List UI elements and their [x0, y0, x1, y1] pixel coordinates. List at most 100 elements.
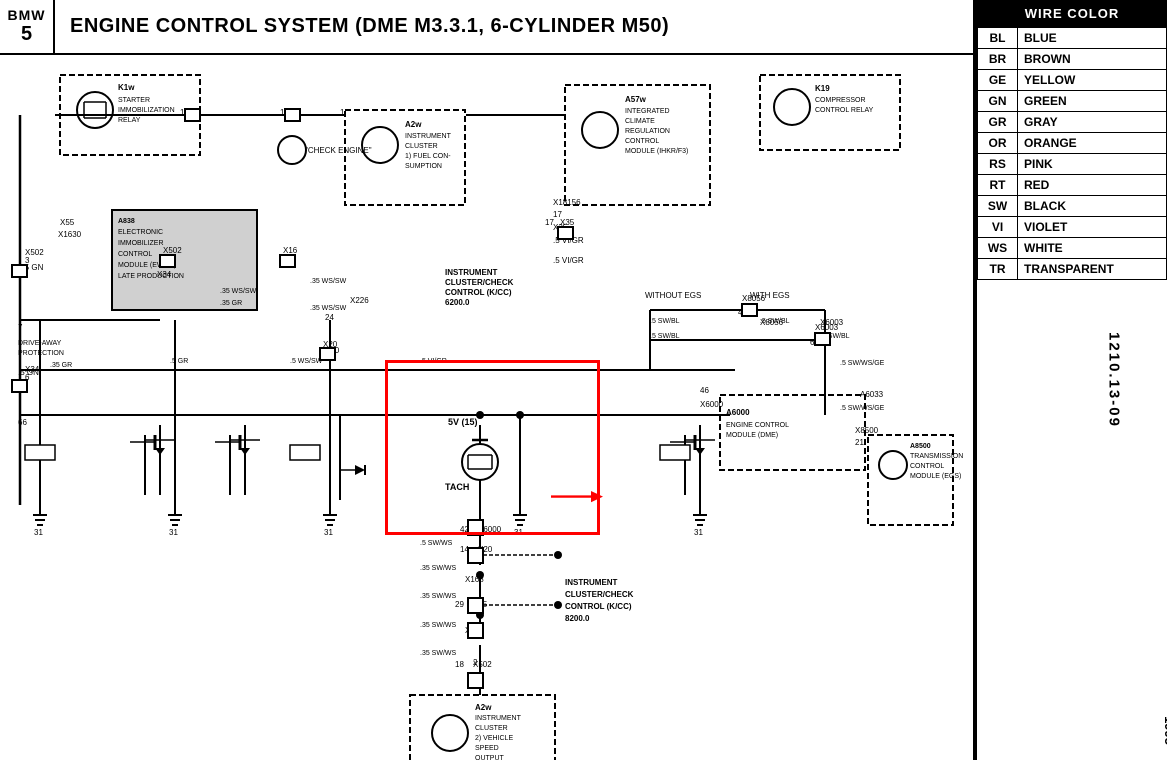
svg-text:CONTROL (K/CC): CONTROL (K/CC) — [445, 288, 512, 297]
wire-color-name: TRANSPARENT — [1018, 259, 1167, 280]
wire-color-panel: WIRE COLOR BLBLUEBRBROWNGEYELLOWGNGREENG… — [975, 0, 1167, 760]
wire-color-name: BLACK — [1018, 196, 1167, 217]
wire-color-code: OR — [978, 133, 1018, 154]
svg-text:.35 GR: .35 GR — [220, 300, 242, 307]
wire-color-row: TRTRANSPARENT — [978, 259, 1167, 280]
diagram-area: BMW 5 ENGINE CONTROL SYSTEM (DME M3.3.1,… — [0, 0, 975, 760]
svg-text:ELECTRONIC: ELECTRONIC — [118, 229, 163, 236]
wire-color-row: WSWHITE — [978, 238, 1167, 259]
wire-color-row: GNGREEN — [978, 91, 1167, 112]
svg-text:X18156: X18156 — [553, 198, 581, 207]
wire-color-code: SW — [978, 196, 1018, 217]
wire-color-row: GRGRAY — [978, 112, 1167, 133]
wire-color-name: VIOLET — [1018, 217, 1167, 238]
svg-text:X502: X502 — [163, 246, 182, 255]
svg-text:TRANSMISSION: TRANSMISSION — [910, 453, 963, 460]
wire-color-code: WS — [978, 238, 1018, 259]
svg-text:OUTPUT: OUTPUT — [475, 755, 505, 760]
wire-color-code: GR — [978, 112, 1018, 133]
svg-text:TACH: TACH — [445, 482, 469, 492]
bmw-brand: BMW — [8, 7, 46, 23]
svg-text:A2w: A2w — [405, 120, 422, 129]
svg-text:REGULATION: REGULATION — [625, 128, 670, 135]
svg-text:A8500: A8500 — [910, 443, 931, 450]
svg-text:31: 31 — [169, 528, 178, 537]
wire-color-code: BR — [978, 49, 1018, 70]
svg-text:3: 3 — [25, 256, 30, 265]
wire-color-table: BLBLUEBRBROWNGEYELLOWGNGREENGRGRAYORORAN… — [977, 27, 1167, 280]
svg-text:SUMPTION: SUMPTION — [405, 163, 442, 170]
svg-text:X8500: X8500 — [855, 426, 879, 435]
svg-text:STARTER: STARTER — [118, 97, 150, 104]
svg-text:CONTROL: CONTROL — [625, 138, 659, 145]
svg-text:4: 4 — [738, 308, 743, 317]
svg-text:IMMOBILIZATION: IMMOBILIZATION — [118, 107, 175, 114]
svg-text:31: 31 — [34, 528, 43, 537]
wire-color-name: ORANGE — [1018, 133, 1167, 154]
svg-text:A2w: A2w — [475, 703, 492, 712]
bmw-logo: BMW 5 — [0, 0, 55, 54]
svg-text:CONTROL RELAY: CONTROL RELAY — [815, 107, 874, 114]
bmw-series: 5 — [21, 23, 32, 46]
svg-text:ENGINE CONTROL: ENGINE CONTROL — [726, 422, 789, 429]
svg-text:MODULE (IHKR/F3): MODULE (IHKR/F3) — [625, 148, 688, 155]
svg-text:X34: X34 — [157, 270, 172, 279]
wire-color-name: GREEN — [1018, 91, 1167, 112]
svg-text:2: 2 — [473, 658, 478, 667]
wire-color-row: RSPINK — [978, 154, 1167, 175]
svg-text:SPEED: SPEED — [475, 745, 499, 752]
svg-text:X6000: X6000 — [700, 400, 724, 409]
svg-text:X226: X226 — [350, 296, 369, 305]
svg-text:17: 17 — [545, 218, 554, 227]
svg-text:.5 SW/BL: .5 SW/BL — [760, 318, 790, 325]
page-number: 1210.13-09 — [1106, 332, 1123, 428]
svg-text:"CHECK ENGINE": "CHECK ENGINE" — [305, 146, 372, 155]
svg-text:31: 31 — [694, 528, 703, 537]
svg-text:X6003: X6003 — [815, 323, 839, 332]
svg-text:21: 21 — [855, 438, 864, 447]
svg-text:46: 46 — [700, 386, 709, 395]
svg-text:CLUSTER: CLUSTER — [475, 725, 508, 732]
svg-text:WITHOUT EGS: WITHOUT EGS — [645, 291, 701, 300]
wire-color-code: VI — [978, 217, 1018, 238]
svg-text:29: 29 — [455, 600, 464, 609]
svg-text:.5 VI/GR: .5 VI/GR — [420, 358, 447, 365]
svg-text:.5 SW/WS/GE: .5 SW/WS/GE — [840, 405, 885, 412]
svg-text:.5 SW/BL: .5 SW/BL — [650, 333, 680, 340]
svg-text:.5 SW/BL: .5 SW/BL — [650, 318, 680, 325]
svg-text:.35 WS/SW: .35 WS/SW — [220, 288, 257, 295]
wire-color-code: BL — [978, 28, 1018, 49]
svg-text:.35 WS/SW: .35 WS/SW — [310, 278, 347, 285]
svg-text:X34: X34 — [25, 365, 40, 374]
svg-text:6200.0: 6200.0 — [445, 298, 470, 307]
wire-color-row: BLBLUE — [978, 28, 1167, 49]
svg-text:K19: K19 — [815, 84, 830, 93]
svg-text:INSTRUMENT: INSTRUMENT — [565, 578, 618, 587]
svg-text:.35 SW/WS: .35 SW/WS — [420, 593, 457, 600]
svg-text:RELAY: RELAY — [118, 117, 141, 124]
svg-text:INTEGRATED: INTEGRATED — [625, 108, 670, 115]
wire-color-name: WHITE — [1018, 238, 1167, 259]
wire-color-name: PINK — [1018, 154, 1167, 175]
wire-color-row: ORORANGE — [978, 133, 1167, 154]
svg-text:.35 SW/WS: .35 SW/WS — [420, 650, 457, 657]
wire-color-code: TR — [978, 259, 1018, 280]
wire-color-name: GRAY — [1018, 112, 1167, 133]
svg-text:CONTROL (K/CC): CONTROL (K/CC) — [565, 602, 632, 611]
svg-text:IMMOBILIZER: IMMOBILIZER — [118, 240, 164, 247]
diagram-title: ENGINE CONTROL SYSTEM (DME M3.3.1, 6-CYL… — [55, 15, 669, 38]
svg-text:CONTROL: CONTROL — [910, 463, 944, 470]
svg-text:COMPRESSOR: COMPRESSOR — [815, 97, 866, 104]
svg-text:CONTROL: CONTROL — [118, 251, 152, 258]
wire-color-code: GE — [978, 70, 1018, 91]
svg-text:CLIMATE: CLIMATE — [625, 118, 655, 125]
svg-text:.5 SW/WS: .5 SW/WS — [420, 540, 453, 547]
svg-text:2) VEHICLE: 2) VEHICLE — [475, 735, 513, 742]
svg-text:INSTRUMENT: INSTRUMENT — [405, 133, 452, 140]
svg-text:K1w: K1w — [118, 83, 135, 92]
svg-text:.5 VI/GR: .5 VI/GR — [553, 256, 584, 265]
wire-color-code: RS — [978, 154, 1018, 175]
svg-text:X55: X55 — [60, 218, 75, 227]
svg-text:X8056: X8056 — [742, 294, 766, 303]
wire-color-name: RED — [1018, 175, 1167, 196]
